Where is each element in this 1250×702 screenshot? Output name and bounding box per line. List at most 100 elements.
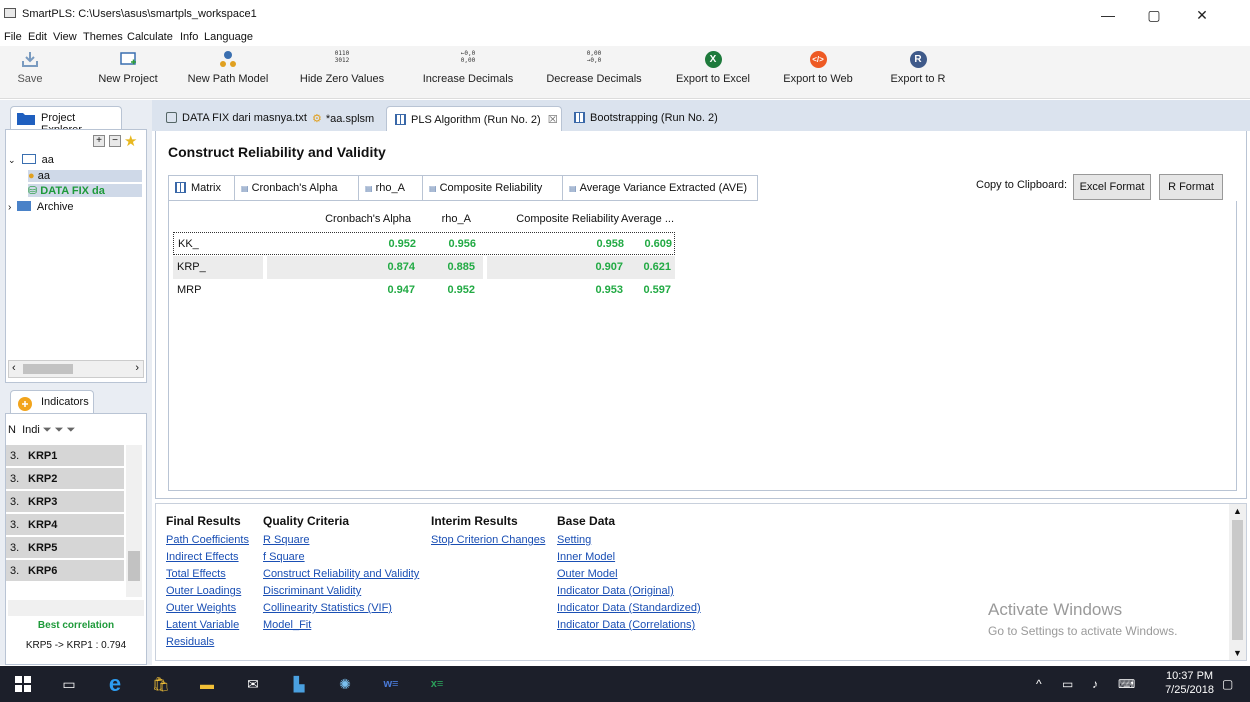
export-web-button[interactable]: </> Export to Web	[780, 50, 856, 85]
export-excel-button[interactable]: X Export to Excel	[674, 50, 752, 85]
expand-all-icon[interactable]: +	[93, 135, 105, 147]
link-f-square[interactable]: f Square	[263, 549, 419, 566]
network-icon[interactable]: ▭	[1062, 666, 1073, 702]
tab-pls-algorithm[interactable]: PLS Algorithm (Run No. 2) ☒	[386, 106, 562, 131]
horizontal-scrollbar[interactable]: ‹ ›	[8, 360, 144, 378]
vertical-scrollbar[interactable]: ▲ ▼	[1229, 504, 1246, 660]
indicator-row[interactable]: 3. KRP6	[6, 560, 124, 582]
link-residuals[interactable]: Residuals	[166, 634, 249, 651]
store-icon[interactable]: 🛍	[138, 666, 184, 702]
tab-cronbachs-alpha[interactable]: ▤ Cronbach's Alpha	[235, 176, 359, 200]
indicator-row[interactable]: 3. KRP4	[6, 514, 124, 536]
scroll-up-icon[interactable]: ▲	[1233, 506, 1242, 516]
tree-project-aa[interactable]: ⌄ aa	[8, 154, 54, 166]
link-stop-criterion-changes[interactable]: Stop Criterion Changes	[431, 532, 545, 549]
excel-icon[interactable]: x≡	[414, 666, 460, 702]
tab-model[interactable]: ⚙ *aa.splsm	[304, 106, 382, 131]
table-row[interactable]: KK_ 0.952 0.956 0.958 0.609	[173, 232, 675, 255]
tab-rho-a[interactable]: ▤ rho_A	[359, 176, 423, 200]
link-path-coefficients[interactable]: Path Coefficients	[166, 532, 249, 549]
increase-decimals-button[interactable]: ←0,0 0,00 Increase Decimals	[420, 50, 516, 85]
link-setting[interactable]: Setting	[557, 532, 701, 549]
scroll-thumb[interactable]	[128, 551, 140, 581]
column-header[interactable]: Average ...	[621, 213, 674, 225]
link-latent-variable[interactable]: Latent Variable	[166, 617, 249, 634]
column-header[interactable]: Cronbach's Alpha	[299, 213, 411, 225]
filter-icon[interactable]: ⏷	[67, 424, 76, 436]
collapse-all-icon[interactable]: −	[109, 135, 121, 147]
system-clock[interactable]: 10:37 PM 7/25/2018	[1165, 669, 1214, 697]
windows-start-icon[interactable]	[0, 666, 46, 702]
horizontal-scrollbar[interactable]	[8, 600, 144, 616]
menu-calculate[interactable]: Calculate	[127, 31, 173, 43]
task-view-icon[interactable]: ▭	[46, 666, 92, 702]
link-indicator-data-standardized[interactable]: Indicator Data (Standardized)	[557, 600, 701, 617]
table-row[interactable]: MRP 0.947 0.952 0.953 0.597	[173, 279, 675, 302]
column-header[interactable]: rho_A	[417, 213, 471, 225]
tab-data-file[interactable]: DATA FIX dari masnya.txt	[158, 106, 315, 131]
link-discriminant-validity[interactable]: Discriminant Validity	[263, 583, 419, 600]
maximize-button[interactable]: ▢	[1134, 2, 1174, 28]
column-header[interactable]: Composite Reliability	[481, 213, 619, 225]
link-model-fit[interactable]: Model_Fit	[263, 617, 419, 634]
new-project-button[interactable]: New Project	[92, 50, 164, 85]
close-button[interactable]: ✕	[1182, 2, 1222, 28]
save-button[interactable]: Save	[12, 50, 48, 85]
tab-ave[interactable]: ▤ Average Variance Extracted (AVE)	[563, 176, 759, 200]
tree-archive[interactable]: › Archive	[8, 201, 74, 213]
indicators-tab[interactable]: Indicators	[10, 390, 94, 414]
chevron-up-icon[interactable]: ^	[1036, 666, 1042, 702]
export-r-button[interactable]: R Export to R	[888, 50, 948, 85]
menu-file[interactable]: File	[4, 31, 22, 43]
decrease-decimals-button[interactable]: 0,00 →0,0 Decrease Decimals	[544, 50, 644, 85]
table-row[interactable]: KRP_ 0.874 0.885 0.907 0.621	[173, 256, 675, 279]
smartpls-icon[interactable]: ✺	[322, 666, 368, 702]
link-indicator-data-original[interactable]: Indicator Data (Original)	[557, 583, 701, 600]
link-construct-reliability[interactable]: Construct Reliability and Validity	[263, 566, 419, 583]
file-explorer-icon[interactable]: ▬	[184, 666, 230, 702]
filter-icon[interactable]: ⏷	[55, 424, 64, 436]
minimize-button[interactable]: —	[1088, 2, 1128, 28]
word-icon[interactable]: w≡	[368, 666, 414, 702]
r-format-button[interactable]: R Format	[1159, 174, 1223, 200]
volume-icon[interactable]: ♪	[1092, 666, 1098, 702]
scroll-right-icon[interactable]: ›	[135, 362, 139, 374]
filter-icon[interactable]: ⏷	[43, 424, 52, 436]
keyboard-icon[interactable]: ⌨	[1118, 666, 1135, 702]
link-indirect-effects[interactable]: Indirect Effects	[166, 549, 249, 566]
scroll-thumb[interactable]	[1232, 520, 1243, 640]
indicator-row[interactable]: 3. KRP3	[6, 491, 124, 513]
link-inner-model[interactable]: Inner Model	[557, 549, 701, 566]
link-indicator-data-correlations[interactable]: Indicator Data (Correlations)	[557, 617, 701, 634]
link-outer-model[interactable]: Outer Model	[557, 566, 701, 583]
menu-themes[interactable]: Themes	[83, 31, 123, 43]
link-total-effects[interactable]: Total Effects	[166, 566, 249, 583]
new-path-model-button[interactable]: New Path Model	[184, 50, 272, 85]
tree-data-file[interactable]: ⛁ DATA FIX da	[28, 184, 142, 197]
menu-info[interactable]: Info	[180, 31, 198, 43]
star-icon[interactable]: ★	[124, 132, 137, 150]
tab-composite-reliability[interactable]: ▤ Composite Reliability	[423, 176, 563, 200]
hide-zero-values-button[interactable]: 0110 3012 Hide Zero Values	[298, 50, 386, 85]
link-outer-loadings[interactable]: Outer Loadings	[166, 583, 249, 600]
indicator-row[interactable]: 3. KRP2	[6, 468, 124, 490]
notifications-icon[interactable]: ▢	[1222, 666, 1233, 702]
close-tab-icon[interactable]: ☒	[548, 114, 558, 126]
excel-format-button[interactable]: Excel Format	[1073, 174, 1151, 200]
menu-language[interactable]: Language	[204, 31, 253, 43]
mail-icon[interactable]: ✉	[230, 666, 276, 702]
tree-model-aa[interactable]: ● aa	[28, 170, 142, 182]
tab-matrix[interactable]: Matrix	[169, 176, 235, 200]
scroll-left-icon[interactable]: ‹	[12, 362, 16, 374]
link-outer-weights[interactable]: Outer Weights	[166, 600, 249, 617]
menu-edit[interactable]: Edit	[28, 31, 47, 43]
indicator-row[interactable]: 3. KRP1	[6, 445, 124, 467]
indicator-row[interactable]: 3. KRP5	[6, 537, 124, 559]
link-collinearity-vif[interactable]: Collinearity Statistics (VIF)	[263, 600, 419, 617]
edge-icon[interactable]: e	[92, 666, 138, 702]
scroll-down-icon[interactable]: ▼	[1233, 648, 1242, 658]
vertical-scrollbar[interactable]	[126, 445, 142, 597]
pinned-app-icon[interactable]: ▙	[276, 666, 322, 702]
menu-view[interactable]: View	[53, 31, 77, 43]
tab-bootstrapping[interactable]: Bootstrapping (Run No. 2)	[566, 106, 726, 131]
